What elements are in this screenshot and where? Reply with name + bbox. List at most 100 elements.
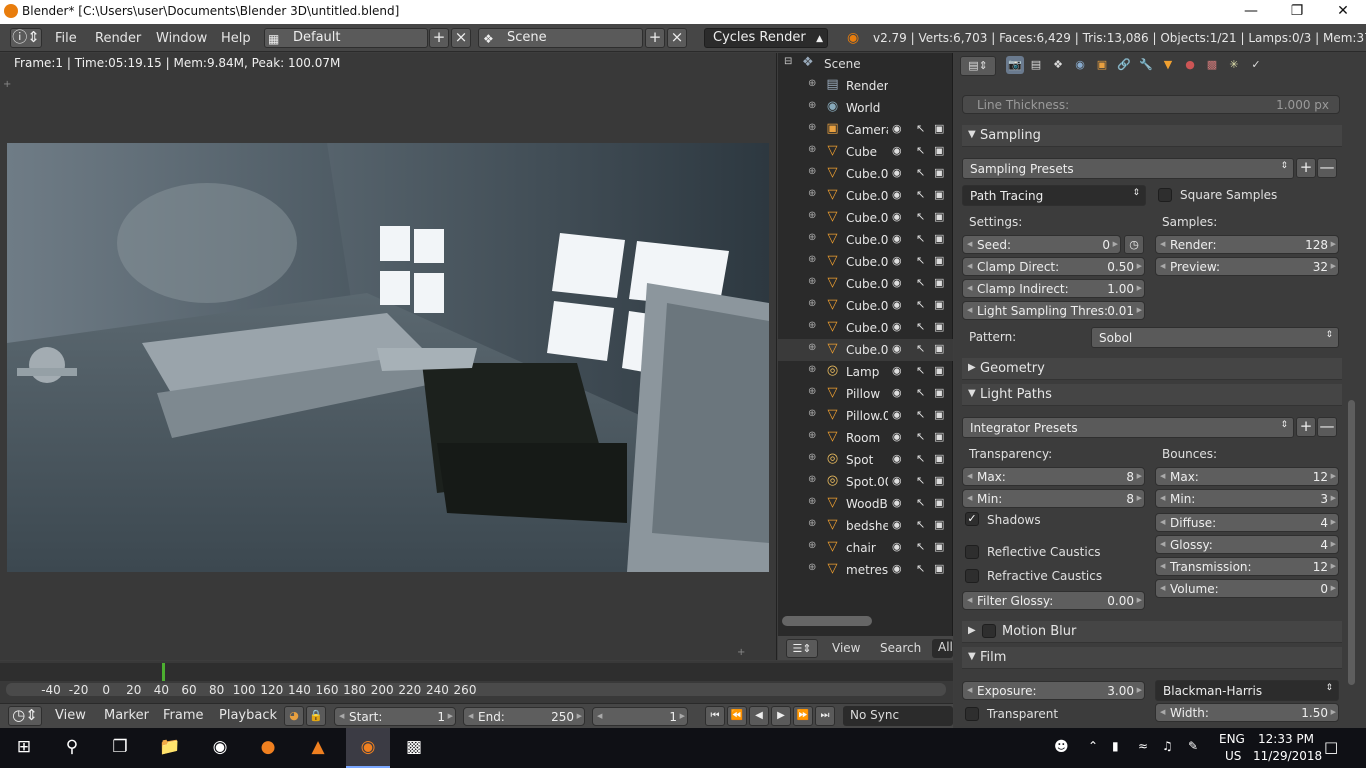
expand-icon[interactable]: ⊕	[808, 276, 816, 287]
expand-icon[interactable]: ⊕	[808, 386, 816, 397]
expand-icon[interactable]: ⊕	[808, 188, 816, 199]
outliner-item[interactable]: ⊕ ▽ chair ◉ ↖ ▣	[778, 537, 953, 559]
timeline-view-menu[interactable]: View	[55, 708, 86, 723]
vlc-icon[interactable]: ▲	[302, 734, 334, 762]
renderable-camera-icon[interactable]: ▣	[934, 452, 944, 465]
render-tab-icon[interactable]: 📷	[1006, 56, 1024, 74]
remove-preset-icon[interactable]: —	[1317, 158, 1337, 178]
file-explorer-icon[interactable]: 📁	[154, 734, 186, 762]
add-scene-icon[interactable]: +	[645, 28, 665, 48]
outliner-item[interactable]: ⊕ ▽ Cube.008 ◉ ↖ ▣	[778, 317, 953, 339]
end-frame-field[interactable]: ◀ End: 250 ▶	[463, 707, 585, 726]
line-thickness-field[interactable]: Line Thickness: 1.000 px	[962, 95, 1340, 114]
visibility-eye-icon[interactable]: ◉	[892, 408, 902, 421]
renderable-camera-icon[interactable]: ▣	[934, 474, 944, 487]
expand-icon[interactable]: ⊕	[808, 298, 816, 309]
task-view-icon[interactable]: ❐	[104, 734, 136, 762]
renderable-camera-icon[interactable]: ▣	[934, 254, 944, 267]
outliner-item[interactable]: ⊕ ▽ bedsheet ◉ ↖ ▣	[778, 515, 953, 537]
visibility-eye-icon[interactable]: ◉	[892, 452, 902, 465]
selectable-arrow-icon[interactable]: ↖	[916, 518, 925, 531]
add-layout-icon[interactable]: +	[429, 28, 449, 48]
add-preset-icon[interactable]: +	[1296, 158, 1316, 178]
outliner-item[interactable]: ⊕ ▣ Camera ◉ ↖ ▣	[778, 119, 953, 141]
bounces-max-field[interactable]: ◀ Max: 12 ▶	[1155, 467, 1339, 486]
selectable-arrow-icon[interactable]: ↖	[916, 122, 925, 135]
expand-icon[interactable]: ⊕	[808, 364, 816, 375]
people-icon[interactable]: ☻	[1054, 739, 1069, 755]
visibility-eye-icon[interactable]: ◉	[892, 254, 902, 267]
visibility-eye-icon[interactable]: ◉	[892, 496, 902, 509]
sync-mode-select[interactable]: No Sync	[843, 706, 953, 726]
outliner-item[interactable]: ⊕ ▽ Cube.007 ◉ ↖ ▣	[778, 295, 953, 317]
visibility-eye-icon[interactable]: ◉	[892, 188, 902, 201]
renderable-camera-icon[interactable]: ▣	[934, 210, 944, 223]
physics-tab-icon[interactable]: ✓	[1247, 56, 1265, 74]
play-icon[interactable]: ▶	[771, 706, 791, 726]
visibility-eye-icon[interactable]: ◉	[892, 342, 902, 355]
expand-icon[interactable]: ⊕	[808, 408, 816, 419]
selectable-arrow-icon[interactable]: ↖	[916, 188, 925, 201]
clamp-direct-field[interactable]: ◀ Clamp Direct: 0.50 ▶	[962, 257, 1145, 276]
film-panel-header[interactable]: ▼ Film	[962, 647, 1342, 669]
outliner-item[interactable]: ⊕ ◎ Spot.001 ◉ ↖ ▣	[778, 471, 953, 493]
filter-glossy-field[interactable]: ◀ Filter Glossy: 0.00 ▶	[962, 591, 1145, 610]
outliner-search-menu[interactable]: Search	[880, 641, 921, 655]
scene-select[interactable]: Scene	[478, 28, 643, 48]
outliner-item[interactable]: ⊕ ▽ Pillow ◉ ↖ ▣	[778, 383, 953, 405]
timeline-playback-menu[interactable]: Playback	[219, 708, 277, 723]
integrator-select[interactable]: Path Tracing ⇕	[962, 185, 1146, 206]
corner-widget-icon[interactable]: +	[3, 79, 11, 90]
expand-icon[interactable]: ⊕	[808, 144, 816, 155]
visibility-eye-icon[interactable]: ◉	[892, 474, 902, 487]
visibility-eye-icon[interactable]: ◉	[892, 386, 902, 399]
motion-blur-panel-header[interactable]: ▶ Motion Blur	[962, 621, 1342, 643]
volume-icon[interactable]: ♫	[1162, 739, 1173, 753]
particles-tab-icon[interactable]: ✳	[1225, 56, 1243, 74]
renderable-camera-icon[interactable]: ▣	[934, 188, 944, 201]
refractive-caustics-checkbox[interactable]	[965, 569, 979, 583]
jump-start-icon[interactable]: ⏮	[705, 706, 725, 726]
integrator-presets-select[interactable]: Integrator Presets ⇕	[962, 417, 1294, 438]
expand-icon[interactable]: ⊕	[808, 452, 816, 463]
prev-keyframe-icon[interactable]: ⏪	[727, 706, 747, 726]
menu-render[interactable]: Render	[95, 31, 141, 46]
diffuse-bounces-field[interactable]: ◀ Diffuse: 4 ▶	[1155, 513, 1339, 532]
preview-samples-field[interactable]: ◀ Preview: 32 ▶	[1155, 257, 1339, 276]
pixel-filter-select[interactable]: Blackman-Harris ⇕	[1155, 680, 1339, 701]
visibility-eye-icon[interactable]: ◉	[892, 518, 902, 531]
visibility-eye-icon[interactable]: ◉	[892, 430, 902, 443]
visibility-eye-icon[interactable]: ◉	[892, 364, 902, 377]
transparency-max-field[interactable]: ◀ Max: 8 ▶	[962, 467, 1145, 486]
selectable-arrow-icon[interactable]: ↖	[916, 144, 925, 157]
timeline[interactable]: -40 -20 0 20 40 60 80 100 120 140 160 180 200 220 240 2…	[0, 661, 953, 703]
visibility-eye-icon[interactable]: ◉	[892, 298, 902, 311]
corner-widget-icon[interactable]: +	[737, 647, 745, 658]
expand-icon[interactable]: ⊕	[808, 210, 816, 221]
visibility-eye-icon[interactable]: ◉	[892, 232, 902, 245]
renderable-camera-icon[interactable]: ▣	[934, 386, 944, 399]
seed-field[interactable]: ◀ Seed: 0 ▶	[962, 235, 1121, 254]
visibility-eye-icon[interactable]: ◉	[892, 276, 902, 289]
blender-taskbar-icon[interactable]: ◉	[346, 728, 390, 768]
outliner-item[interactable]: ⊕ ▽ Cube.005 ◉ ↖ ▣	[778, 251, 953, 273]
renderable-camera-icon[interactable]: ▣	[934, 166, 944, 179]
renderable-camera-icon[interactable]: ▣	[934, 408, 944, 421]
expand-icon[interactable]: ⊕	[808, 342, 816, 353]
outliner-item[interactable]: ⊕ ▽ Cube.009 ◉ ↖ ▣	[778, 339, 953, 361]
texture-tab-icon[interactable]: ▩	[1203, 56, 1221, 74]
expand-icon[interactable]: ⊕	[808, 166, 816, 177]
light-sampling-threshold-field[interactable]: ◀ Light Sampling Thres: 0.01 ▶	[962, 301, 1145, 320]
close-icon[interactable]: ✕	[1320, 0, 1366, 24]
outliner-item[interactable]: ⊕ ▽ Cube ◉ ↖ ▣	[778, 141, 953, 163]
menu-window[interactable]: Window	[156, 31, 207, 46]
selectable-arrow-icon[interactable]: ↖	[916, 386, 925, 399]
renderable-camera-icon[interactable]: ▣	[934, 430, 944, 443]
photos-icon[interactable]: ▩	[398, 734, 430, 762]
selectable-arrow-icon[interactable]: ↖	[916, 474, 925, 487]
outliner-scrollbar[interactable]	[782, 616, 872, 626]
editor-type-info-icon[interactable]: ⓘ⇕	[10, 28, 42, 48]
remove-integrator-preset-icon[interactable]: —	[1317, 417, 1337, 437]
outliner-display-select[interactable]: All	[932, 639, 953, 658]
outliner-item[interactable]: ⊕ ◎ Lamp ◉ ↖ ▣	[778, 361, 953, 383]
